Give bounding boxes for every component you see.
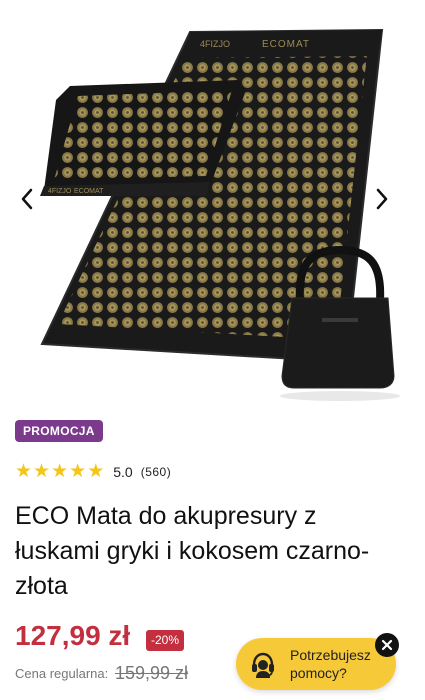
star-icon: ★: [15, 461, 33, 482]
product-image-gallery[interactable]: 4FIZJO ECOMAT 4FIZJO ECOMAT: [0, 0, 425, 405]
product-rating[interactable]: ★ ★ ★ ★ ★ 5.0 (560): [15, 462, 171, 482]
star-icon: ★: [51, 461, 69, 482]
help-chat-text: Potrzebujesz pomocy?: [290, 647, 371, 681]
discount-badge: -20%: [146, 630, 185, 651]
current-price: 127,99 zł: [15, 620, 131, 651]
chevron-right-icon: [376, 188, 388, 210]
product-title: ECO Mata do akupresury z łuskami gryki i…: [15, 502, 370, 600]
help-close-button[interactable]: [375, 633, 399, 657]
mat-logo: 4FIZJO: [200, 39, 230, 49]
close-icon: [381, 639, 393, 651]
rating-count[interactable]: (560): [141, 465, 172, 479]
regular-price-label: Cena regularna:: [15, 666, 109, 681]
pillow-logo: 4FIZJO: [48, 188, 72, 195]
rating-stars: ★ ★ ★ ★ ★: [15, 462, 104, 482]
pillow-brand: ECOMAT: [74, 188, 104, 195]
rating-value: 5.0: [113, 464, 133, 480]
gallery-prev-button[interactable]: [20, 188, 50, 220]
mat-brand: ECOMAT: [262, 39, 310, 50]
chevron-left-icon: [21, 188, 33, 210]
gallery-next-button[interactable]: [375, 188, 405, 220]
product-image: 4FIZJO ECOMAT 4FIZJO ECOMAT: [40, 28, 400, 401]
promo-badge: PROMOCJA: [15, 420, 103, 442]
regular-price: 159,99 zł: [115, 663, 189, 683]
headset-icon: [246, 647, 280, 681]
star-icon: ★: [87, 461, 105, 482]
help-chat-button[interactable]: Potrzebujesz pomocy?: [236, 638, 396, 690]
star-icon: ★: [33, 461, 51, 482]
star-icon: ★: [69, 461, 87, 482]
